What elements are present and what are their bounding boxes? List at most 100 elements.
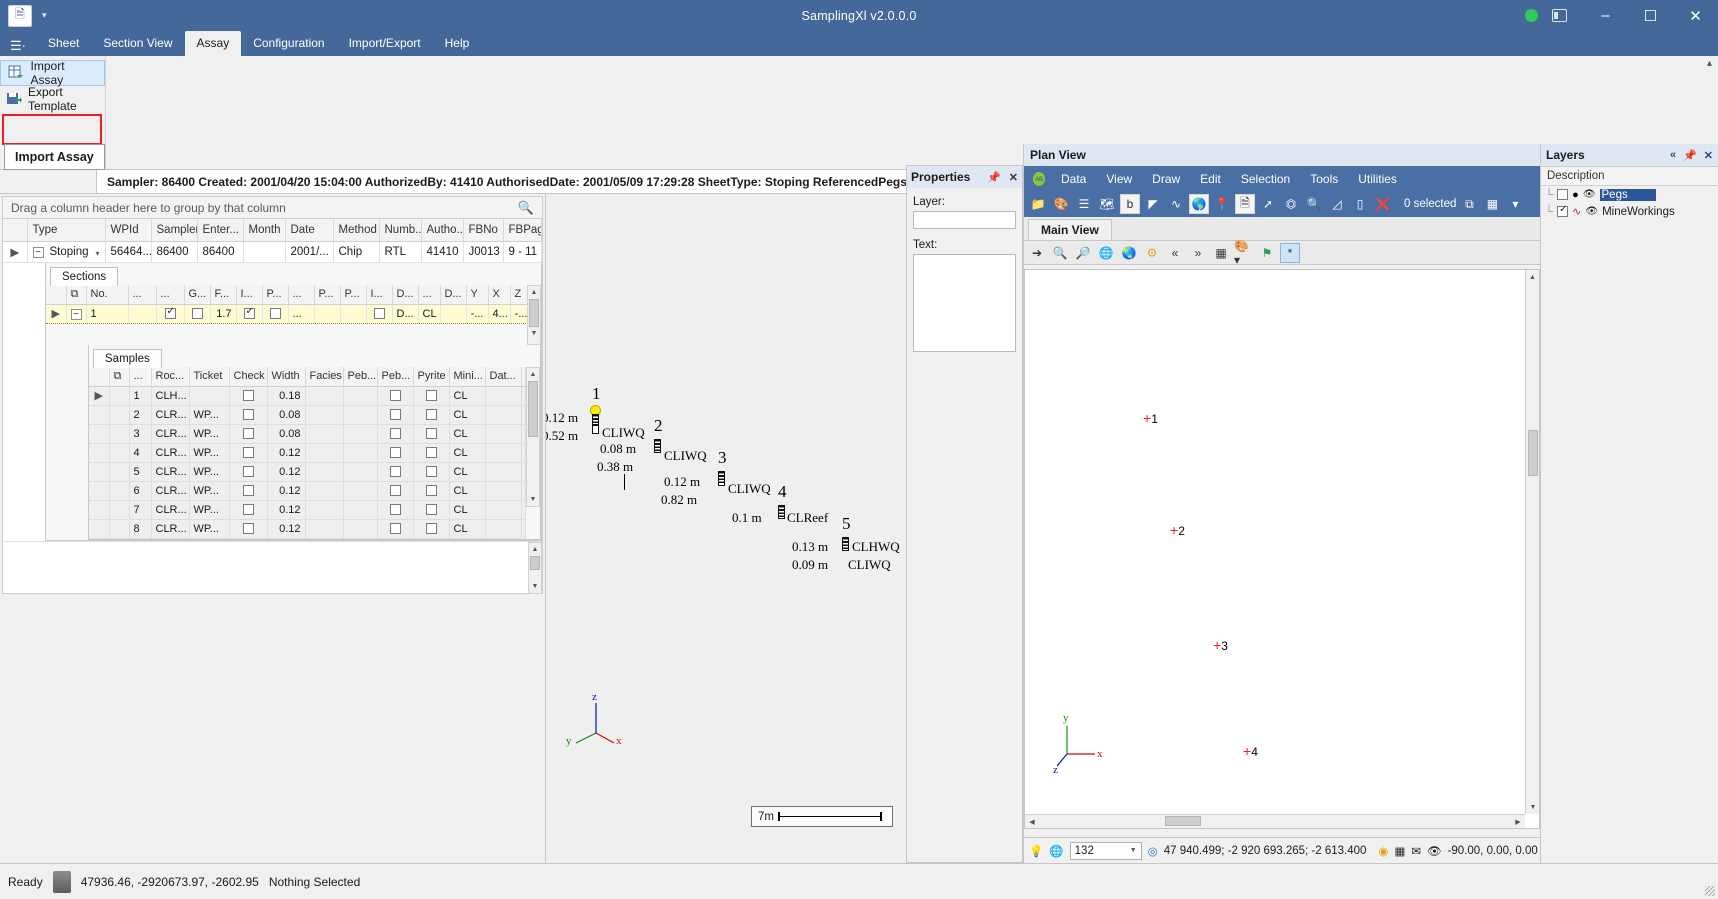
assay-scroll-down-icon[interactable]: ▼ [529,580,541,593]
sample-cell-check-checkbox[interactable] [229,386,267,405]
plan-scroll-down-icon[interactable]: ▼ [1526,800,1540,814]
checkbox-icon[interactable] [243,485,254,496]
checkbox-icon[interactable] [426,504,437,515]
menu-edit[interactable]: Edit [1191,169,1230,189]
eye-icon[interactable]: 👁 [1583,189,1596,200]
sample-cell-ticket[interactable]: WP... [189,519,229,538]
sample-cell-check-checkbox[interactable] [229,500,267,519]
sample-cell-peb1[interactable] [343,462,377,481]
sample-cell-pyrite-checkbox[interactable] [413,443,449,462]
sample-cell-peb1[interactable] [343,500,377,519]
resize-grip-icon[interactable] [1705,886,1715,896]
table-row[interactable]: ▶1CLH...0.18CL [89,386,526,405]
sec-cell-no[interactable]: 1 [86,304,128,323]
layer-input[interactable] [913,211,1016,229]
rect-select-icon[interactable]: ▯ [1350,194,1370,214]
sample-cell-ticket[interactable]: WP... [189,424,229,443]
cell-date[interactable]: 2001/... [285,241,333,262]
sample-cell-peb1[interactable] [343,443,377,462]
col-enter[interactable]: Enter... [197,219,243,241]
menu-data[interactable]: Data [1052,169,1095,189]
checkbox-icon[interactable] [426,428,437,439]
curve-icon[interactable]: ∿ [1166,194,1186,214]
sec-col-11[interactable]: P... [340,285,366,305]
samples-tab[interactable]: Samples [93,349,162,368]
sample-cell-peb2-checkbox[interactable] [377,462,413,481]
sec-cell-3[interactable] [128,304,156,323]
sample-cell-dat[interactable] [485,405,521,424]
sample-cell-pyrite-checkbox[interactable] [413,462,449,481]
checkbox-icon[interactable] [390,504,401,515]
globe-icon[interactable]: 🌎 [1189,194,1209,214]
sec-col-9[interactable]: ... [288,285,314,305]
sample-cell-width[interactable]: 0.08 [267,405,305,424]
star-icon[interactable]: * [1280,243,1300,263]
sections-tab[interactable]: Sections [50,267,118,286]
menu-icon[interactable]: ☰· [6,36,30,56]
table-row[interactable]: 7CLR...WP...0.12CL [89,500,526,519]
list-item[interactable]: └●👁Pegs [1541,186,1718,203]
note-icon[interactable]: 🗎 [1235,194,1255,214]
layer-visibility-checkbox[interactable] [1557,189,1568,200]
sec-col-x[interactable]: X [488,285,510,305]
sample-cell-peb1[interactable] [343,405,377,424]
eye-icon[interactable]: 👁 [1585,206,1598,217]
sample-cell-rock[interactable]: CLR... [151,424,189,443]
smp-col-ticket[interactable]: Ticket [189,367,229,387]
sample-cell-no[interactable]: 7 [129,500,151,519]
table-row[interactable]: 6CLR...WP...0.12CL [89,481,526,500]
tab-import-export[interactable]: Import/Export [337,31,433,56]
sample-cell-facies[interactable] [305,443,343,462]
sample-cell-dat[interactable] [485,500,521,519]
scale-caret-icon[interactable]: ▼ [1130,847,1137,854]
cell-month[interactable] [243,241,285,262]
globe1-icon[interactable]: 🌐 [1096,243,1116,263]
snap-icon[interactable]: ◉ [1378,844,1388,858]
col-month[interactable]: Month [243,219,285,241]
sec-cell-12-checkbox[interactable] [366,304,392,323]
plan-peg-3[interactable]: +3 [1213,637,1228,653]
forward-icon[interactable]: » [1188,243,1208,263]
point-select-icon[interactable]: ➚ [1258,194,1278,214]
cell-type[interactable]: −Stoping▾ [27,241,105,262]
zoom-in-icon[interactable]: 🔍 [1050,243,1070,263]
table-row[interactable]: 3CLR...WP...0.08CL [89,424,526,443]
sec-col-3[interactable]: ... [128,285,156,305]
tab-sheet[interactable]: Sheet [36,31,91,56]
crop-select-icon[interactable]: ⏣ [1281,194,1301,214]
sections-scroll-down-icon[interactable]: ▼ [528,327,540,340]
col-fbno[interactable]: FBNo [463,219,503,241]
sample-cell-rock[interactable]: CLR... [151,405,189,424]
sample-cell-rock[interactable]: CLR... [151,481,189,500]
checkbox-icon[interactable] [426,447,437,458]
sample-cell-check-checkbox[interactable] [229,481,267,500]
checkbox-icon[interactable] [390,409,401,420]
sec-col-10[interactable]: P... [314,285,340,305]
smp-col-peb2[interactable]: Peb... [377,367,413,387]
tab-assay[interactable]: Assay [185,31,242,56]
pin-icon[interactable]: 📍 [1212,194,1232,214]
sample-cell-facies[interactable] [305,462,343,481]
sample-cell-u30[interactable] [521,405,526,424]
col-method[interactable]: Method [333,219,379,241]
smp-col-rock[interactable]: Roc... [151,367,189,387]
cell-author[interactable]: 41410 [421,241,463,262]
sec-col-y[interactable]: Y [466,285,488,305]
tab-configuration[interactable]: Configuration [241,31,336,56]
checkbox-icon[interactable] [390,428,401,439]
checkbox-icon[interactable] [390,466,401,477]
maximize-button[interactable]: ☐ [1628,0,1673,31]
samples-scroll-down-icon[interactable]: ▼ [527,493,539,506]
plan-hscroll-thumb[interactable] [1165,816,1201,826]
sec-cell-14[interactable]: CL [418,304,440,323]
sample-cell-u30[interactable] [521,519,526,538]
sec-cell-x[interactable]: 4... [488,304,510,323]
sample-cell-peb2-checkbox[interactable] [377,386,413,405]
grid-icon[interactable]: ▦ [1394,844,1405,858]
cursor-icon[interactable]: ➔ [1027,243,1047,263]
sample-cell-pyrite-checkbox[interactable] [413,386,449,405]
search-icon[interactable]: 🔍 [518,200,534,216]
checkbox-icon[interactable] [390,485,401,496]
sample-cell-dat[interactable] [485,443,521,462]
sec-cell-15[interactable] [440,304,466,323]
